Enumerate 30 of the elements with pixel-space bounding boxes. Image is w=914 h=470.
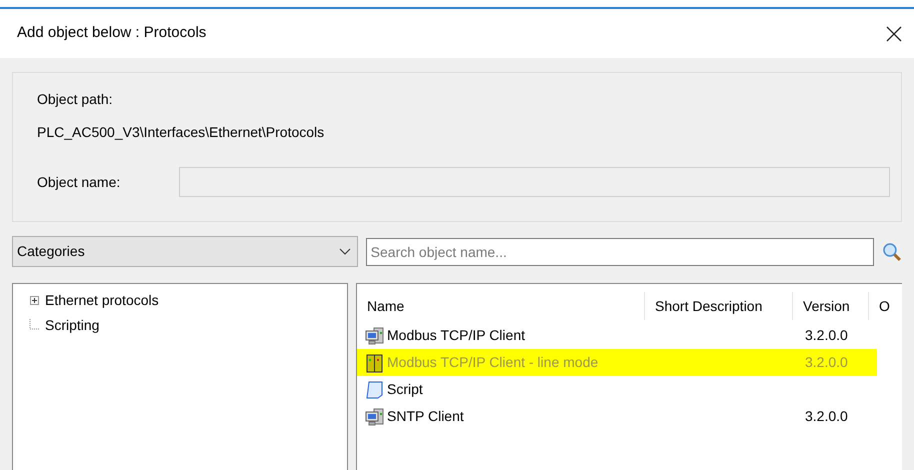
computer-icon [365, 326, 385, 346]
categories-dropdown[interactable]: Categories [12, 236, 358, 267]
object-name: Modbus TCP/IP Client - line mode [387, 353, 598, 372]
list-row[interactable]: Script [357, 376, 877, 403]
tree-item[interactable]: Ethernet protocols [45, 290, 159, 311]
object-name: SNTP Client [387, 407, 464, 426]
search-field[interactable]: Search object name... [366, 238, 874, 266]
column-header[interactable]: Short Description [645, 292, 793, 320]
close-icon [886, 26, 902, 42]
search-icon [882, 242, 902, 262]
object-name: Script [387, 380, 423, 399]
object-path-label: Object path: [37, 90, 114, 109]
plus-box-icon[interactable] [30, 296, 38, 305]
version-text: 3.2.0.0 [804, 326, 848, 345]
tree-item[interactable]: Scripting [45, 315, 100, 336]
module-icon [365, 352, 385, 372]
column-header[interactable]: O [869, 292, 899, 320]
column-header[interactable]: Version [793, 292, 869, 320]
chevron-down-icon [338, 248, 351, 256]
object-name-label: Object name: [37, 172, 122, 192]
computer-icon [365, 406, 385, 426]
column-header[interactable]: Name [357, 292, 645, 320]
version-text: 3.2.0.0 [804, 407, 848, 426]
list-row[interactable]: Modbus TCP/IP Client 3.2.0.0 [357, 322, 877, 349]
scroll-icon [365, 380, 385, 400]
object-path-value: PLC_AC500_V3\Interfaces\Ethernet\Protocols [37, 123, 326, 142]
window-title: Add object below : Protocols [17, 23, 206, 44]
version-text: 3.2.0.0 [804, 353, 848, 372]
list-row[interactable]: SNTP Client 3.2.0.0 [357, 403, 877, 430]
object-name: Modbus TCP/IP Client [387, 326, 525, 345]
